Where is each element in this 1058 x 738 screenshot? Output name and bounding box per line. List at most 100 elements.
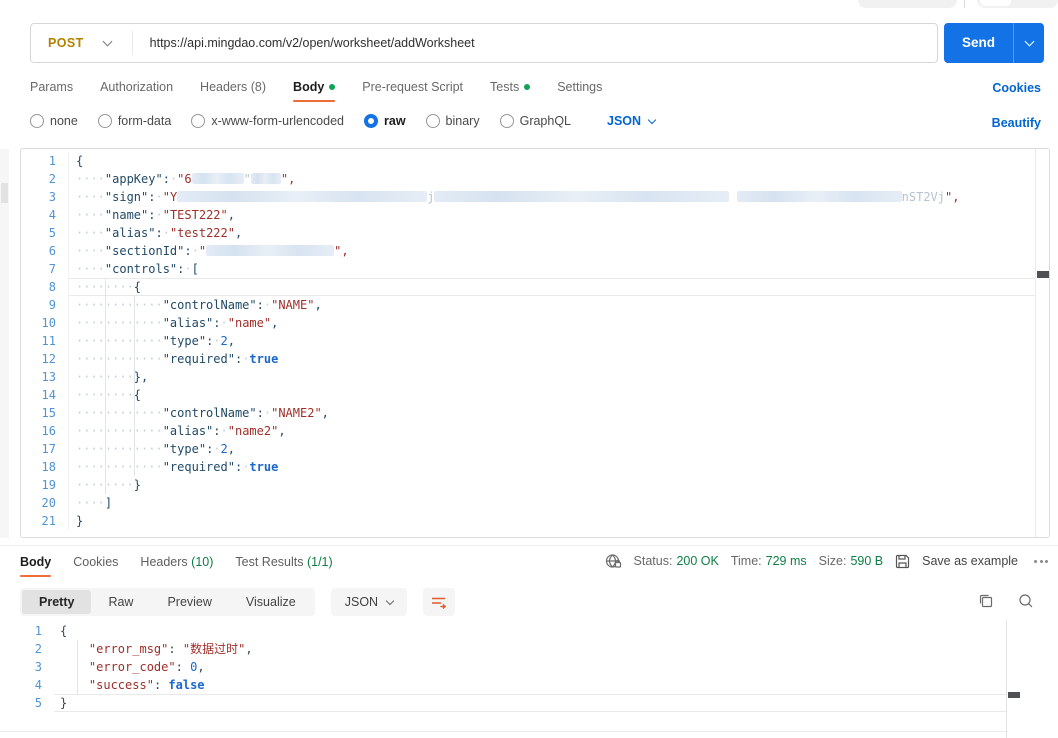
radio-icon (191, 114, 206, 128)
radio-form-data[interactable]: form-data (97, 114, 171, 128)
code-line[interactable]: 18 ············"required":·true (21, 458, 1035, 476)
code-line[interactable]: 17 ············"type":·2, (21, 440, 1035, 458)
code-line[interactable]: 15 ············"controlName":·"NAME2", (21, 404, 1035, 422)
tab-body[interactable]: Body (293, 80, 336, 102)
radio-raw[interactable]: raw (364, 114, 406, 128)
code-line[interactable]: 5 ····"alias":·"test222", (21, 224, 1035, 242)
line-number: 2 (21, 170, 69, 188)
code-line-content: } (54, 694, 1006, 712)
line-number: 18 (21, 458, 69, 476)
radio-graphql[interactable]: GraphQL (499, 114, 571, 128)
tab-headers[interactable]: Headers (8) (200, 80, 266, 94)
code-line[interactable]: 16 ············"alias":·"name2", (21, 422, 1035, 440)
request-response-divider[interactable] (0, 545, 1058, 546)
code-line[interactable]: 7 ····"controls":·[ (21, 260, 1035, 278)
response-tab-test-results[interactable]: Test Results (1/1) (235, 555, 332, 569)
time-badge[interactable]: Time: 729 ms (731, 554, 807, 568)
code-line[interactable]: 10 ············"alias":·"name", (21, 314, 1035, 332)
tab-tests[interactable]: Tests (490, 80, 531, 94)
radio-selected-icon (364, 114, 378, 128)
request-editor-scrollbar[interactable] (1035, 149, 1049, 537)
code-line[interactable]: 3 "error_code": 0, (20, 658, 1006, 676)
view-tab-raw[interactable]: Raw (91, 590, 150, 614)
response-language-select[interactable]: JSON (330, 588, 408, 616)
code-line-content: ········{ (69, 278, 1035, 296)
response-tabs: Body Cookies Headers (10) Test Results (… (20, 555, 333, 577)
raw-language-select[interactable]: JSON (607, 114, 657, 128)
bottom-scrollbar-track (0, 731, 1006, 732)
tests-dot (524, 84, 531, 90)
response-tab-body[interactable]: Body (20, 555, 52, 577)
response-body-code[interactable]: 1{2 "error_msg": "数据过时", 3 "error_code": … (20, 622, 1006, 712)
code-line-content: ····"sectionId":·" ", (76, 244, 349, 258)
code-line[interactable]: 20 ····] (21, 494, 1035, 512)
code-line[interactable]: 1{ (21, 152, 1035, 170)
view-tab-visualize[interactable]: Visualize (229, 590, 313, 614)
code-line[interactable]: 2 "error_msg": "数据过时", (20, 640, 1006, 658)
code-line[interactable]: 1{ (20, 622, 1006, 640)
tab-settings[interactable]: Settings (557, 80, 602, 94)
radio-icon (425, 114, 440, 128)
request-url-bar: POST https://api.mingdao.com/v2/open/wor… (30, 23, 938, 63)
code-line-content: ········} (76, 478, 142, 492)
code-line[interactable]: 8········{ (21, 278, 1035, 296)
radio-x-www-form-urlencoded[interactable]: x-www-form-urlencoded (191, 114, 344, 128)
scrollbar-thumb[interactable] (1008, 692, 1020, 698)
code-line[interactable]: 9 ············"controlName":·"NAME", (21, 296, 1035, 314)
status-badge[interactable]: Status: 200 OK (634, 554, 719, 568)
code-line[interactable]: 2 ····"appKey":·"6 " ", (21, 170, 1035, 188)
tab-pre-request-script[interactable]: Pre-request Script (362, 80, 463, 94)
method-select[interactable]: POST (48, 36, 84, 50)
response-tab-headers[interactable]: Headers (10) (140, 555, 213, 569)
response-meta: Status: 200 OK Time: 729 ms Size: 590 B Sav… (605, 553, 1048, 569)
code-line-content: "error_msg": "数据过时", (88, 642, 253, 656)
tab-params[interactable]: Params (30, 80, 73, 94)
url-input[interactable]: https://api.mingdao.com/v2/open/workshee… (150, 36, 475, 50)
code-line[interactable]: 5} (20, 694, 1006, 712)
scrollbar-thumb[interactable] (1037, 271, 1049, 278)
request-body-code[interactable]: 1{2 ····"appKey":·"6 " ", 3 ····"sign":·"Y j n… (21, 152, 1035, 530)
code-line[interactable]: 4 ····"name":·"TEST222", (21, 206, 1035, 224)
code-line[interactable]: 11 ············"type":·2, (21, 332, 1035, 350)
code-line[interactable]: 4 "success": false (20, 676, 1006, 694)
code-line-content: ············"required":·true (76, 352, 279, 366)
line-number: 21 (21, 512, 69, 530)
chevron-down-icon (1024, 36, 1034, 47)
code-line[interactable]: 6 ····"sectionId":·" ", (21, 242, 1035, 260)
code-line[interactable]: 13 ········}, (21, 368, 1035, 386)
view-tab-pretty[interactable]: Pretty (22, 590, 92, 614)
chevron-down-icon[interactable] (102, 36, 113, 46)
code-line[interactable]: 19 ········} (21, 476, 1035, 494)
request-body-editor[interactable]: 1{2 ····"appKey":·"6 " ", 3 ····"sign":·"Y j n… (20, 148, 1050, 538)
response-scrollbar[interactable] (1006, 620, 1020, 738)
line-number: 13 (21, 368, 69, 386)
editor-left-gutter-strip[interactable] (0, 149, 9, 538)
top-toolbar-fragment-inner (980, 0, 1011, 6)
radio-binary[interactable]: binary (425, 114, 480, 128)
search-icon (1019, 594, 1033, 608)
code-line-content: ············"alias":·"name", (76, 316, 279, 330)
response-tab-cookies[interactable]: Cookies (73, 555, 118, 569)
more-options-icon[interactable] (1034, 559, 1048, 563)
send-button-label[interactable]: Send (944, 23, 1013, 63)
view-tab-preview[interactable]: Preview (150, 590, 228, 614)
beautify-link[interactable]: Beautify (992, 116, 1041, 130)
copy-response-button[interactable] (978, 593, 994, 614)
wrap-text-button[interactable] (423, 588, 456, 616)
code-line[interactable]: 3 ····"sign":·"Y j nST2Vj", (21, 188, 1035, 206)
line-number: 1 (34, 624, 42, 638)
radio-none[interactable]: none (30, 114, 78, 128)
code-line[interactable]: 21} (21, 512, 1035, 530)
save-as-example-button[interactable]: Save as example (922, 554, 1018, 568)
code-line-content: ············"type":·2, (76, 442, 235, 456)
editor-left-strip-thumb (1, 183, 8, 203)
line-number: 12 (21, 350, 69, 368)
cookies-link[interactable]: Cookies (992, 81, 1041, 95)
code-line[interactable]: 14 ········{ (21, 386, 1035, 404)
search-response-button[interactable] (1018, 593, 1034, 614)
send-button[interactable]: Send (944, 23, 1044, 63)
size-badge[interactable]: Size: 590 B (819, 554, 883, 568)
tab-authorization[interactable]: Authorization (100, 80, 173, 94)
code-line[interactable]: 12 ············"required":·true (21, 350, 1035, 368)
send-options-button[interactable] (1013, 23, 1044, 63)
